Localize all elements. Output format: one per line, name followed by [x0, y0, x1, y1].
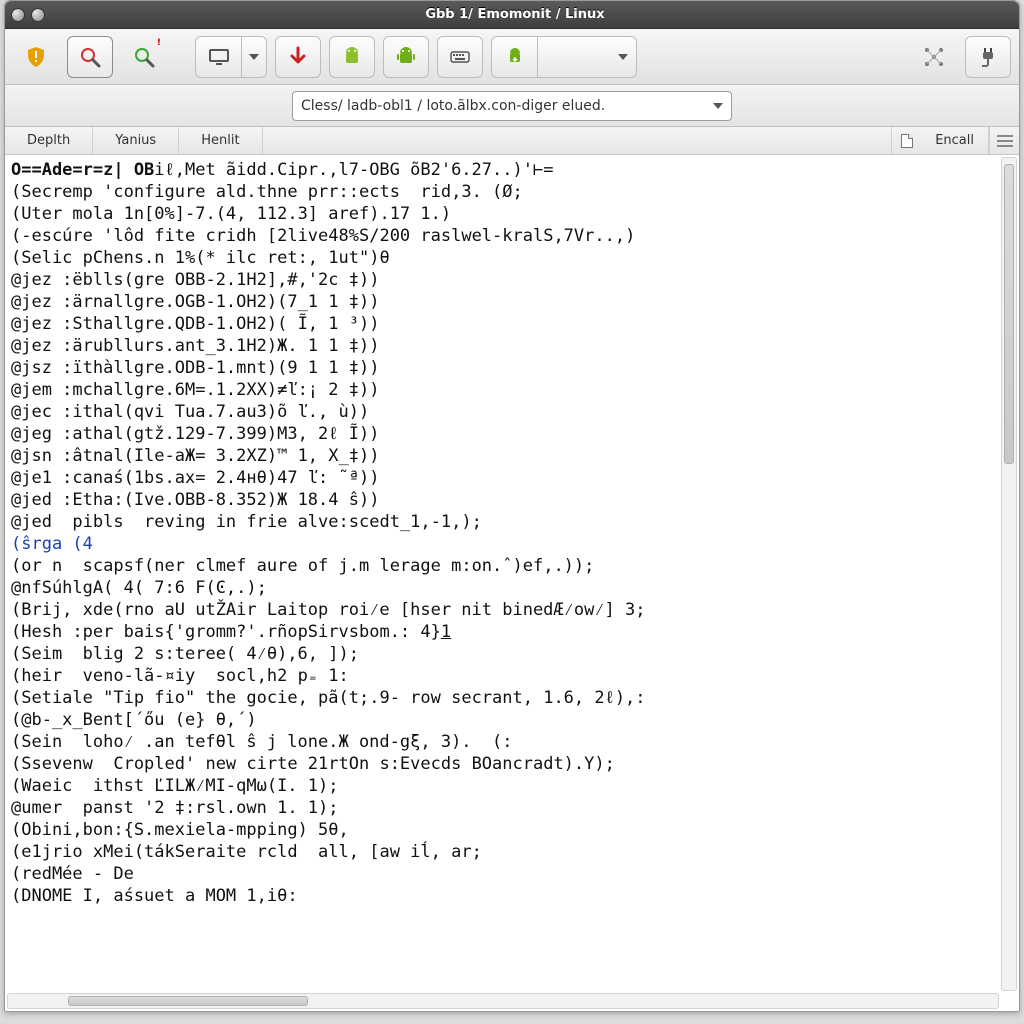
- chevron-down-icon: [249, 54, 259, 60]
- code-line: (redMée - De: [11, 863, 995, 885]
- android-button[interactable]: [383, 36, 429, 78]
- code-line: (Seim blig 2 s:teree( 4⁄θ),6, ]);: [11, 643, 995, 665]
- titlebar: Gbb 1/ Emomonit / Linux: [5, 1, 1019, 29]
- code-line: O==Ade=r=z| OBiℓ,Met ãidd.Cipr.,l7-OBG õ…: [11, 159, 995, 181]
- code-line: (e1jrio xMei(tákSeraite rcld all, [aw iĺ…: [11, 841, 995, 863]
- window-close-button[interactable]: [11, 8, 25, 22]
- code-line: (Uter mola 1n[0%]-7.(4, 112.3] aref).17 …: [11, 203, 995, 225]
- android-download-icon: [503, 45, 527, 69]
- tab-menu-button[interactable]: [989, 127, 1019, 154]
- code-line: (-escúre 'lôd fite cridh [2live48%S/200 …: [11, 225, 995, 247]
- code-line: (DNOME I, aśsuet a MOM 1,iθ:: [11, 885, 995, 907]
- monitor-dropdown[interactable]: [241, 36, 267, 78]
- code-line: (or n scapsf(ner clmef aure of j.m lerag…: [11, 555, 995, 577]
- path-combobox[interactable]: Cless/ ladb-obl1 / loto.ãlbx.con-diger e…: [292, 91, 732, 121]
- warn-shield-icon[interactable]: [13, 36, 59, 78]
- horizontal-scrollbar-thumb[interactable]: [68, 996, 308, 1006]
- plug-icon: [976, 45, 1000, 69]
- android-alt-icon: [340, 45, 364, 69]
- keyboard-button[interactable]: [437, 36, 483, 78]
- path-combo-row: Cless/ ladb-obl1 / loto.ãlbx.con-diger e…: [5, 85, 1019, 127]
- code-line: (heir veno-lã-¤iy socl,h2 p₌ 1:: [11, 665, 995, 687]
- document-icon: [901, 134, 913, 148]
- code-line: @jez :ärubllurs.ant_3.1H2)Ж. 1 1 ‡)): [11, 335, 995, 357]
- code-line: @jec :ithal(qvi Tua.7.au3)õ ľ., ù)): [11, 401, 995, 423]
- code-line: @jez :ärnallgre.OGB-1.OH2)(7_1 1 ‡)): [11, 291, 995, 313]
- path-combobox-text: Cless/ ladb-obl1 / loto.ãlbx.con-diger e…: [301, 98, 713, 114]
- code-line: (Secremp 'configure ald.thne prr::ects r…: [11, 181, 995, 203]
- search-alert-button[interactable]: !: [121, 36, 167, 78]
- code-line: (@b-_x_Bent[´őu (e} θ,´): [11, 709, 995, 731]
- vertical-scrollbar[interactable]: [1001, 157, 1017, 991]
- android-icon: [394, 45, 418, 69]
- monitor-split-button[interactable]: [195, 36, 267, 78]
- code-line: (Ssevenw Cropled' new cirte 21rtOn s:Eve…: [11, 753, 995, 775]
- android-install-dropdown[interactable]: [537, 36, 637, 78]
- code-line: @jem :mchallgre.6M=.1.2XX)≠ľ:¡ 2 ‡)): [11, 379, 995, 401]
- code-line: (Brij, xde(rno aU utŽAir Laitop roi⁄e [h…: [11, 599, 995, 621]
- code-line: (Sein loho⁄ .an tefθl ŝ j lone.Ж ond-gξ,…: [11, 731, 995, 753]
- tab-document-button[interactable]: [891, 127, 921, 154]
- code-line: @je1 :canaś(1bs.ax= 2.4нθ)47 ľ: ˜ª)): [11, 467, 995, 489]
- code-line: (Selic pChens.n 1%(* ilc ret:, 1ut")θ: [11, 247, 995, 269]
- code-line: (Hesh :per bais{'gromm?'.rñopSirvsbom.: …: [11, 621, 995, 643]
- chevron-down-icon: [618, 54, 628, 60]
- plugin-button[interactable]: [965, 36, 1011, 78]
- code-line: @umer panst '2 ‡:rsl.own 1. 1);: [11, 797, 995, 819]
- app-window: Gbb 1/ Emomonit / Linux !: [4, 0, 1020, 1012]
- search-button[interactable]: [67, 36, 113, 78]
- chevron-down-icon: [713, 103, 723, 109]
- main-toolbar: !: [5, 29, 1019, 85]
- download-button[interactable]: [275, 36, 321, 78]
- network-icon: [922, 45, 946, 69]
- editor-area: O==Ade=r=z| OBiℓ,Met ãidd.Cipr.,l7-OBG õ…: [5, 155, 1019, 1011]
- tab-bar: Deplth Yanius Henlit Encall: [5, 127, 1019, 155]
- keyboard-icon: [448, 45, 472, 69]
- tab-henlit[interactable]: Henlit: [179, 127, 262, 154]
- menu-icon: [997, 140, 1013, 142]
- code-line: @nfSúhlgA( 4( 7:6 F(Ͼ,.);: [11, 577, 995, 599]
- code-line: @jed :Etha:(Ive.OBB-8.352)Ж 18.4 ŝ)): [11, 489, 995, 511]
- code-line: @jez :Sthallgre.QDB-1.OH2)( Ĩ, 1 ³)): [11, 313, 995, 335]
- network-button[interactable]: [911, 36, 957, 78]
- code-line: @jez :ëblls(gre OBB-2.1H2],#,'2c ‡)): [11, 269, 995, 291]
- code-line: (Waeic ithst ĽILЖ⁄MI-qMω(I. 1);: [11, 775, 995, 797]
- tab-yanius[interactable]: Yanius: [93, 127, 179, 154]
- source-code[interactable]: O==Ade=r=z| OBiℓ,Met ãidd.Cipr.,l7-OBG õ…: [11, 159, 995, 907]
- tab-deplth[interactable]: Deplth: [5, 127, 93, 154]
- code-line: @jeg :athal(gtž.129-7.399)M3, 2ℓ Ĩ)): [11, 423, 995, 445]
- download-arrow-icon: [286, 45, 310, 69]
- code-line: @jsz :ïthàllgre.ODB-1.mnt)(9 1 1 ‡)): [11, 357, 995, 379]
- horizontal-scrollbar[interactable]: [7, 993, 999, 1009]
- code-line: (Setiale "Tip fio" the gocie, pã(t;.9- r…: [11, 687, 995, 709]
- tab-encall[interactable]: Encall: [921, 127, 989, 154]
- android-install-split-button[interactable]: [491, 36, 637, 78]
- vertical-scrollbar-thumb[interactable]: [1004, 164, 1014, 464]
- android-alt-button[interactable]: [329, 36, 375, 78]
- window-title: Gbb 1/ Emomonit / Linux: [51, 7, 979, 22]
- code-line: @jed pibls reving in frie alve:scedt_1,-…: [11, 511, 995, 533]
- code-line: (Obini,bon:{S.mexiela-mpping) 5θ,: [11, 819, 995, 841]
- monitor-icon: [207, 45, 231, 69]
- code-line: (ŝrga (4: [11, 533, 995, 555]
- code-line: @jsn :âtnal(Ile-aЖ= 3.2XZ)™ 1, X_‡)): [11, 445, 995, 467]
- window-minimize-button[interactable]: [31, 8, 45, 22]
